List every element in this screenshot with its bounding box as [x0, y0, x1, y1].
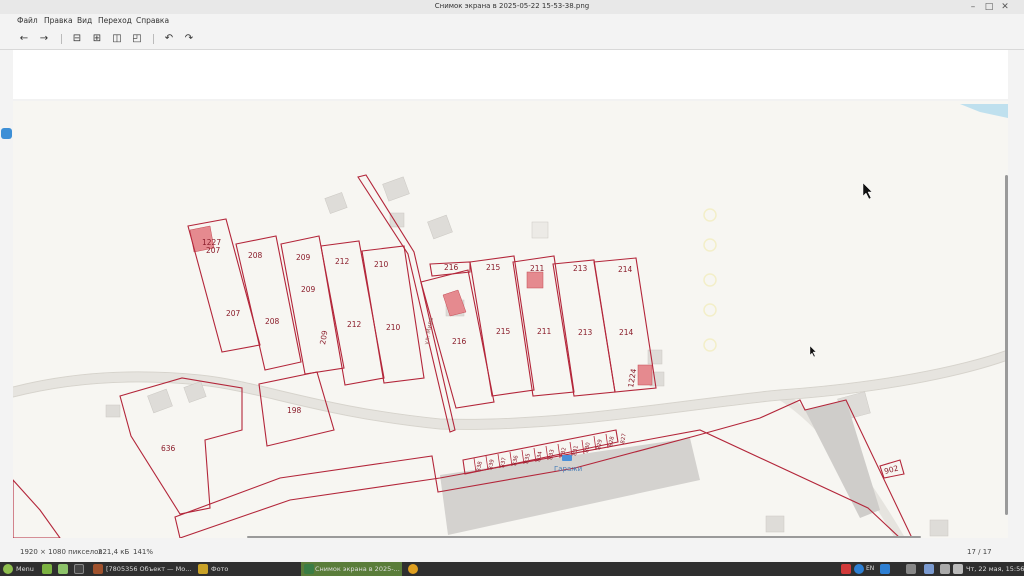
parcel-label: 209 [301, 285, 316, 294]
toolbar-separator [153, 34, 154, 44]
window-title: Снимок экрана в 2025-05-22 15-53-38.png [434, 2, 590, 10]
parcel-label: 208 [248, 251, 263, 260]
parcel-label: 207 [206, 246, 221, 255]
parcel-label: 212 [347, 320, 362, 329]
parcel-label: 198 [287, 406, 302, 415]
clock[interactable]: Чт, 22 мая, 15:56 [966, 562, 1024, 576]
status-bar: 1920 × 1080 пикселов 221,4 кБ 141% 17 / … [0, 544, 1024, 560]
vertical-scrollbar[interactable] [1005, 175, 1008, 515]
zoom-in-icon[interactable]: ⊞ [90, 32, 104, 46]
taskbar-item-photo[interactable]: Фото [211, 562, 291, 576]
network-icon[interactable] [953, 564, 963, 574]
parcel-label: 215 [486, 263, 501, 272]
minimize-icon[interactable]: – [967, 1, 979, 13]
forward-arrow-icon[interactable]: → [37, 32, 51, 46]
toolbar: ← → ⊟ ⊞ ◫ ◰ ↶ ↷ [0, 28, 1024, 50]
app-icon [93, 564, 103, 574]
garages-label: Гаражи [554, 465, 582, 473]
volume-icon[interactable] [906, 564, 916, 574]
menu-bar: Файл Правка Вид Переход Справка [0, 14, 1024, 28]
back-arrow-icon[interactable]: ← [17, 32, 31, 46]
parcel-label: 212 [335, 257, 350, 266]
horizontal-scrollbar[interactable] [247, 536, 921, 538]
image-dimensions: 1920 × 1080 пикселов [20, 548, 103, 556]
chrome-icon[interactable] [408, 564, 418, 574]
rotate-left-icon[interactable]: ↶ [162, 32, 176, 46]
tray-app-icon[interactable] [841, 564, 851, 574]
close-icon[interactable]: ✕ [999, 1, 1011, 13]
files-icon[interactable] [58, 564, 68, 574]
parcel-label: 216 [444, 263, 459, 272]
parcel-label: 636 [161, 444, 176, 453]
taskbar-item-object[interactable]: [7805356 Объект — Мо... [106, 562, 194, 576]
zoom-level: 141% [133, 548, 154, 556]
parcel-label: 211 [537, 327, 552, 336]
taskbar: Menu [7805356 Объект — Мо... Фото Снимок… [0, 562, 1024, 576]
menu-button[interactable]: Menu [16, 562, 34, 576]
shield-icon[interactable] [924, 564, 934, 574]
menu-view[interactable]: Вид [77, 16, 92, 25]
parcel-label: 207 [226, 309, 241, 318]
rotate-right-icon[interactable]: ↷ [182, 32, 196, 46]
image-view[interactable]: 1227 207 207 208 208 209 209 209 212 212… [13, 50, 1008, 538]
map-image: 1227 207 207 208 208 209 209 209 212 212… [13, 50, 1008, 538]
garage-marker-icon [562, 455, 572, 461]
keyboard-layout[interactable]: EN [866, 562, 874, 576]
tray-messenger-icon[interactable] [854, 564, 864, 574]
zoom-normal-icon[interactable]: ◫ [110, 32, 124, 46]
image-position: 17 / 17 [967, 548, 992, 556]
parcel-label: 216 [452, 337, 467, 346]
file-size: 221,4 кБ [98, 548, 130, 556]
mint-logo-icon[interactable] [3, 564, 13, 574]
image-viewer-icon [304, 564, 314, 574]
image-viewer-window: Снимок экрана в 2025-05-22 15-53-38.png … [0, 0, 1024, 562]
battery-icon[interactable] [940, 564, 950, 574]
menu-go[interactable]: Переход [98, 16, 132, 25]
parcel-label: 215 [496, 327, 511, 336]
parcel-label: 210 [374, 260, 389, 269]
parcel-label: 210 [386, 323, 401, 332]
menu-help[interactable]: Справка [136, 16, 169, 25]
zoom-fit-icon[interactable]: ◰ [130, 32, 144, 46]
maximize-icon[interactable]: □ [983, 1, 995, 13]
cloud-icon[interactable] [1, 128, 12, 139]
parcel-label: 214 [618, 265, 633, 274]
accessibility-icon[interactable] [880, 564, 890, 574]
show-desktop-icon[interactable] [42, 564, 52, 574]
parcel-label: 209 [296, 253, 311, 262]
zoom-out-icon[interactable]: ⊟ [70, 32, 84, 46]
parcel-label: 213 [578, 328, 593, 337]
parcel-label: 214 [619, 328, 634, 337]
toolbar-separator [61, 34, 62, 44]
parcel-label: 208 [265, 317, 280, 326]
parcel-label: 213 [573, 264, 588, 273]
parcel-label: 211 [530, 264, 545, 273]
folder-icon [198, 564, 208, 574]
terminal-icon[interactable] [74, 564, 84, 574]
menu-file[interactable]: Файл [17, 16, 38, 25]
menu-edit[interactable]: Правка [44, 16, 73, 25]
title-bar: Снимок экрана в 2025-05-22 15-53-38.png … [0, 0, 1024, 14]
taskbar-item-screenshot[interactable]: Снимок экрана в 2025-... [301, 562, 402, 576]
